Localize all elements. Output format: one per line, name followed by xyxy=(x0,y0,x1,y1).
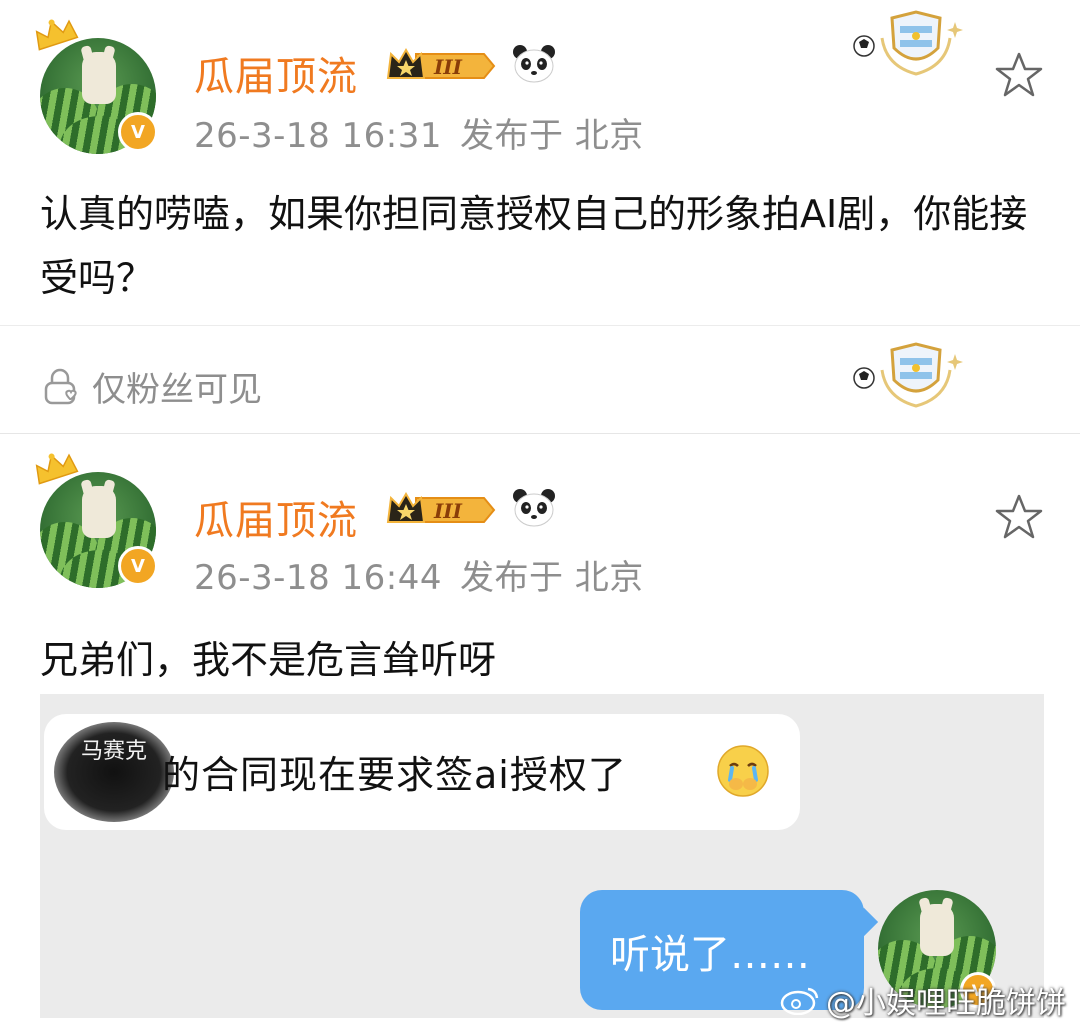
verified-badge-icon: V xyxy=(118,112,158,152)
chat-message-received: 的合同现在要求签ai授权了 xyxy=(162,753,627,797)
watermark-text: @小娱哩旺脆饼饼 xyxy=(826,986,1066,1021)
star-icon[interactable] xyxy=(994,492,1044,542)
chat-bubble-received: 马赛克 的合同现在要求签ai授权了 xyxy=(44,714,800,830)
attached-chat-screenshot[interactable]: 马赛克 的合同现在要求签ai授权了 听说了…… V xyxy=(40,694,1044,1018)
post-card-2: V 瓜届顶流 III 26-3-18 16:44 发布于 北京 兄弟们，我不是危言… xyxy=(0,432,1080,1018)
panda-icon xyxy=(513,45,555,83)
star-icon[interactable] xyxy=(994,50,1044,100)
visibility-bar: 仅粉丝可见 xyxy=(0,325,1080,434)
weibo-icon xyxy=(780,987,819,1015)
level-text: III xyxy=(433,499,463,523)
post-text: 兄弟们，我不是危言耸听呀 xyxy=(40,638,497,682)
crying-emoji-icon xyxy=(717,745,769,797)
post-text: 认真的唠嗑，如果你担同意授权自己的形象拍AI剧，你能接受吗？ xyxy=(40,192,1028,300)
lock-icon xyxy=(44,368,77,404)
level-crown-badge: III xyxy=(386,48,496,79)
level-text: III xyxy=(433,55,463,79)
visibility-text: 仅粉丝可见 xyxy=(92,370,262,410)
verified-badge-icon: V xyxy=(118,546,158,586)
blurred-mosaic: 马赛克 xyxy=(54,722,174,822)
panda-icon xyxy=(513,489,555,527)
post-meta: 26-3-18 16:31 发布于 北京 xyxy=(194,108,662,157)
username[interactable]: 瓜届顶流 xyxy=(194,488,358,546)
post-timestamp: 26-3-18 16:31 xyxy=(194,116,442,156)
visibility-label: 仅粉丝可见 xyxy=(40,362,262,411)
fan-badge-icon xyxy=(853,342,963,408)
post-card-1: V 瓜届顶流 III 26-3-18 16:31 发布于 北京 认真的唠嗑，如果你… xyxy=(0,0,1080,325)
chat-message-sent: 听说了…… xyxy=(610,932,810,978)
username[interactable]: 瓜届顶流 xyxy=(194,44,358,102)
post-meta: 26-3-18 16:44 发布于 北京 xyxy=(194,550,662,599)
level-crown-badge: III xyxy=(386,492,496,523)
avatar[interactable]: V xyxy=(35,453,158,588)
post-location: 发布于 北京 xyxy=(460,558,644,598)
post-timestamp: 26-3-18 16:44 xyxy=(194,558,442,598)
watermark: @小娱哩旺脆饼饼 xyxy=(780,978,1066,1022)
avatar[interactable]: V xyxy=(35,19,158,154)
fan-badge-icon xyxy=(853,10,963,76)
post-location: 发布于 北京 xyxy=(460,116,644,156)
